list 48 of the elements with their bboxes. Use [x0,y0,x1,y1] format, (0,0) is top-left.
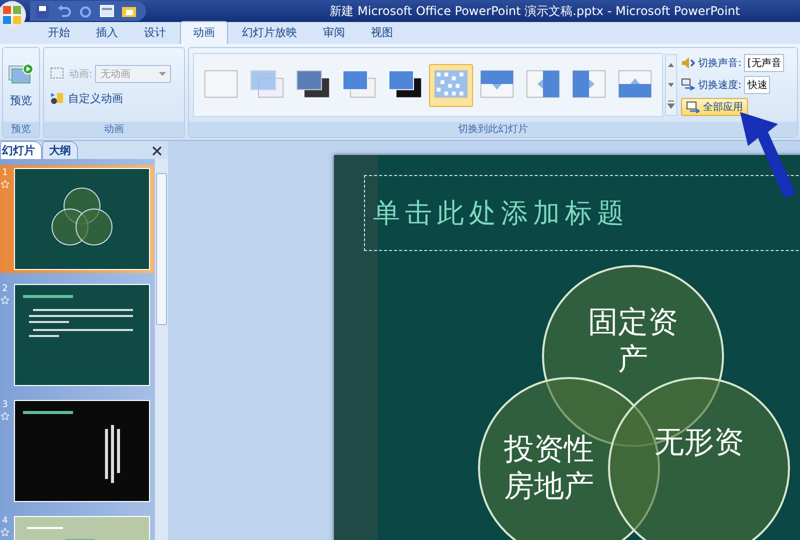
ribbon-tab[interactable]: 设计 [132,22,178,44]
speaker-icon [681,56,695,70]
slide-thumbnail[interactable] [14,284,150,386]
slide-number: 2 [2,284,8,294]
slide-thumbnail[interactable] [14,168,150,270]
slide-number: 4 [2,516,8,526]
office-button[interactable] [0,1,26,29]
slide-number: 1 [2,168,8,178]
caret-icon [159,72,166,76]
star-icon [1,180,9,188]
ribbon-tab[interactable]: 幻灯片放映 [230,22,309,44]
group-label: 预览 [3,122,39,137]
window-title: 新建 Microsoft Office PowerPoint 演示文稿.pptx - Microsoft PowerPoint [330,2,740,20]
star-icon [1,412,9,420]
venn-label: 投资性房地产 [503,430,595,506]
preview-button[interactable]: 预览 [8,62,34,108]
venn-label: 无形资 [653,424,745,462]
pane-tab[interactable]: 幻灯片 [0,141,42,159]
ribbon-tab[interactable]: 插入 [84,22,130,44]
undo-icon[interactable] [57,4,71,18]
slide-number: 3 [2,400,8,410]
ribbon-tab[interactable]: 动画 [180,21,228,44]
layout-icon[interactable] [100,5,114,17]
speed-dropdown[interactable]: 快速 [744,76,770,94]
animation-label: 动画: [69,68,92,80]
apply-all-icon [686,101,700,113]
venn-label: 固定资产 [587,304,679,378]
save-icon[interactable] [36,4,49,18]
star-icon [1,528,9,536]
slide-thumbnail[interactable] [14,400,150,502]
ribbon-tab[interactable]: 开始 [36,22,82,44]
group-label: 动画 [44,122,184,137]
sound-dropdown[interactable]: [无声音 [744,54,784,72]
apply-all-button[interactable]: 全部应用 [681,98,748,116]
preview-icon [8,62,34,86]
ribbon-tab[interactable]: 视图 [359,22,405,44]
group-label: 切换到此幻灯片 [189,122,797,137]
animation-icon [50,67,66,80]
speed-label: 切换速度: [698,78,742,92]
close-icon[interactable] [152,146,162,156]
custom-animation-icon [50,91,64,105]
pane-tab[interactable]: 大纲 [42,141,78,159]
speed-icon [681,78,695,92]
folder-icon[interactable] [122,5,136,17]
ribbon-tab[interactable]: 审阅 [311,22,357,44]
scrollbar[interactable] [154,159,168,540]
sound-label: 切换声音: [698,56,742,70]
star-icon [1,296,9,304]
